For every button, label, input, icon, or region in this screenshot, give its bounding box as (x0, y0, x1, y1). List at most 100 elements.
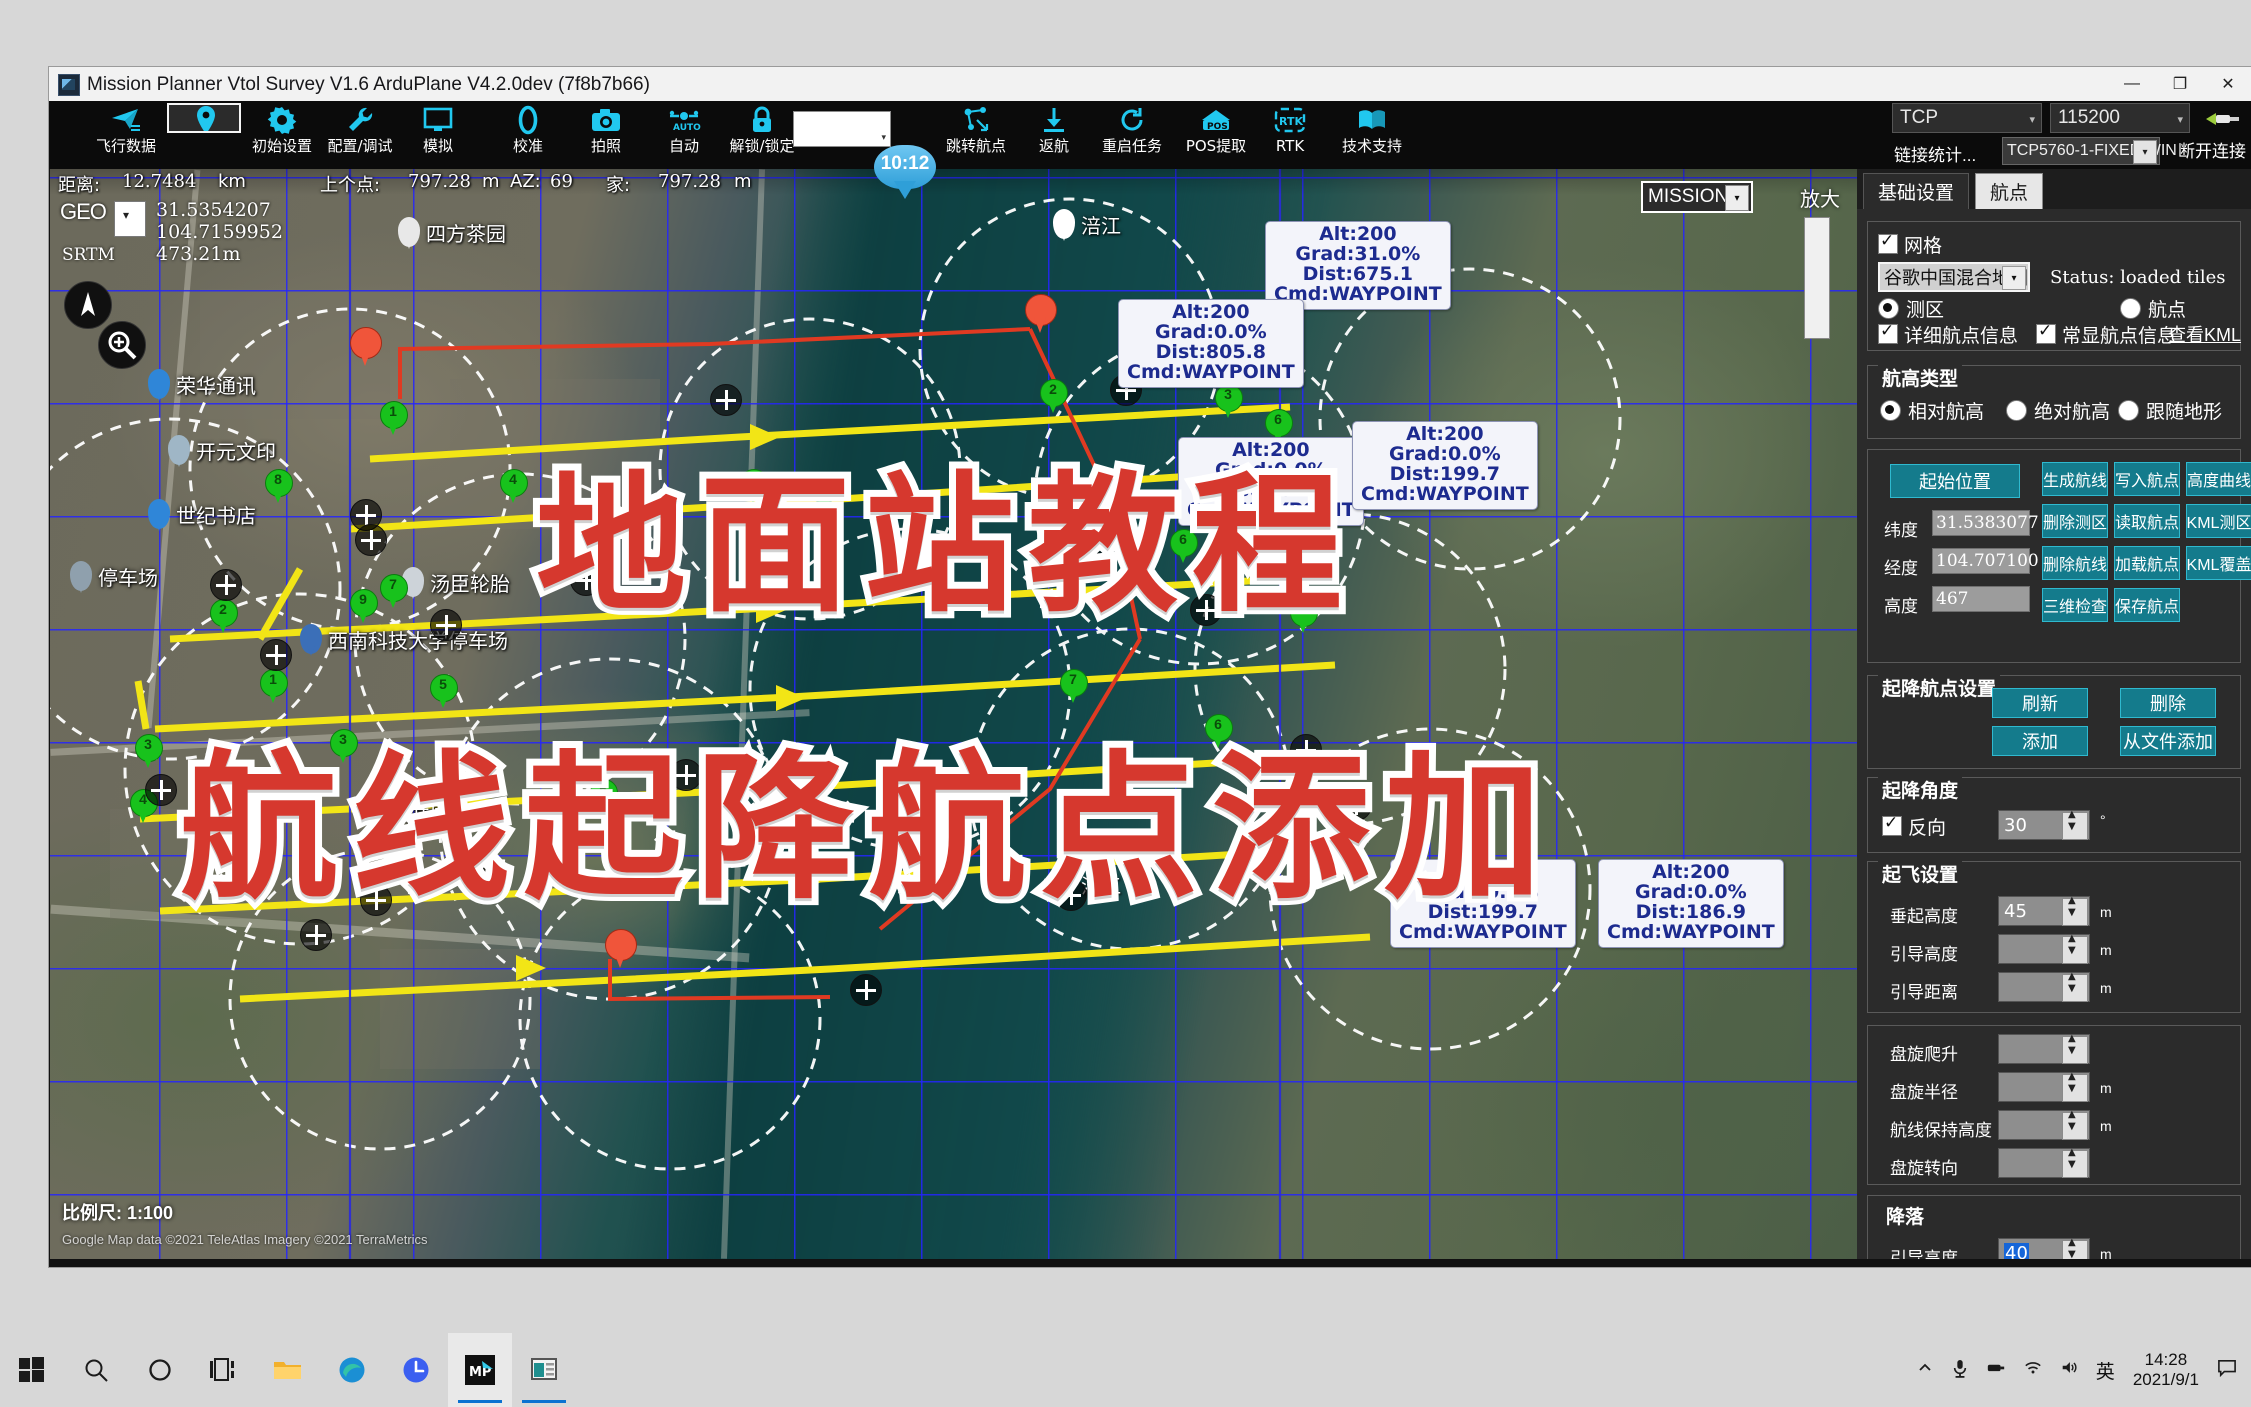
map-poi[interactable]: 荣华通讯 (148, 369, 256, 399)
network-adapter-icon[interactable] (1986, 1360, 2006, 1380)
chevron-down-icon[interactable]: ▾ (1725, 185, 1749, 211)
zoom-in-button[interactable] (98, 321, 146, 369)
notifications-icon[interactable] (2217, 1359, 2237, 1382)
waypoint-marker[interactable]: 3 (135, 734, 163, 768)
waypoint-marker[interactable]: 7 (380, 574, 408, 608)
spinner-arrows[interactable] (2062, 809, 2088, 840)
spinner-arrows[interactable] (2062, 933, 2088, 964)
microphone-icon[interactable] (1952, 1358, 1968, 1383)
toolbar-item-8[interactable]: AUTO 自动 (647, 103, 721, 167)
home-marker[interactable] (1025, 294, 1057, 334)
lark-icon[interactable] (384, 1333, 448, 1407)
latitude-field[interactable]: 31.5383077 (1932, 510, 2039, 536)
link-stats-label[interactable]: 链接统计... (1894, 141, 1976, 166)
home-marker[interactable] (350, 327, 382, 367)
toolbar-item-6[interactable]: 校准 (491, 103, 565, 167)
map-poi[interactable]: 四方茶园 (398, 217, 506, 247)
waypoint-marker[interactable]: 1 (380, 401, 408, 435)
map-poi[interactable]: 开元文印 (168, 435, 276, 465)
mission-planner-icon[interactable]: MP (448, 1333, 512, 1407)
spinner-arrows[interactable] (2062, 1109, 2088, 1140)
toolbar-item-11[interactable]: 返航 (1017, 103, 1091, 167)
map-poi[interactable]: 世纪书店 (148, 499, 256, 529)
action-button-10[interactable]: 三维检查 (2042, 588, 2108, 622)
waypoint-marker[interactable]: 7 (1060, 669, 1088, 703)
close-button[interactable]: ✕ (2204, 67, 2251, 101)
landing-guide-alt-spinner[interactable]: 40 (1998, 1237, 2090, 1259)
mission-mode-dropdown[interactable]: MISSION ▾ (1641, 181, 1753, 213)
altitude-field[interactable]: 467 (1932, 586, 2030, 612)
disconnect-button[interactable]: 断开连接 (2178, 137, 2246, 162)
protocol-select[interactable]: TCP ▾ (1892, 103, 2042, 133)
add-waypoint-marker[interactable] (210, 569, 242, 601)
tab-basic-settings[interactable]: 基础设置 (1863, 173, 1970, 209)
add-waypoint-marker[interactable] (430, 609, 462, 641)
zoom-slider[interactable] (1804, 217, 1830, 339)
waypoint-marker[interactable]: 8 (265, 469, 293, 503)
add-waypoint-marker[interactable] (355, 524, 387, 556)
vtol-alt-spinner[interactable]: 45 (1998, 895, 2090, 926)
longitude-field[interactable]: 104.707100 (1932, 548, 2039, 574)
action-button-5[interactable]: 读取航点 (2114, 504, 2180, 538)
add-waypoint-marker[interactable] (850, 974, 882, 1006)
radio-waypoint[interactable] (2120, 298, 2141, 319)
file-explorer-icon[interactable] (256, 1333, 320, 1407)
tab-waypoints[interactable]: 航点 (1975, 173, 2044, 209)
tray-expand-icon[interactable] (1916, 1359, 1934, 1382)
action-button-1[interactable]: 生成航线 (2042, 462, 2108, 496)
detail-waypoint-checkbox[interactable] (1878, 321, 1898, 344)
cortana-icon[interactable] (128, 1333, 192, 1407)
toolbar-item-14[interactable]: RTK RTK (1253, 103, 1327, 167)
map-poi[interactable]: 西南科技大学停车场 (300, 624, 508, 654)
refresh-button[interactable]: 刷新 (1992, 688, 2088, 718)
guide-dist-spinner[interactable] (1998, 971, 2090, 1002)
add-button[interactable]: 添加 (1992, 726, 2088, 756)
spiral-climb-spinner[interactable] (1998, 1033, 2090, 1064)
spinner-arrows[interactable] (2062, 895, 2088, 926)
grid-checkbox[interactable] (1878, 231, 1898, 254)
map-poi[interactable]: 汤臣轮胎 (402, 567, 510, 597)
toolbar-item-10[interactable]: 跳转航点 (939, 103, 1013, 167)
spinner-arrows[interactable] (2062, 971, 2088, 1002)
spinner-arrows[interactable] (2062, 1033, 2088, 1064)
waypoint-marker[interactable]: 3 (1215, 384, 1243, 418)
waypoint-marker[interactable]: 2 (210, 599, 238, 633)
radio-absolute-alt[interactable] (2006, 400, 2027, 421)
route-keep-alt-spinner[interactable] (1998, 1109, 2090, 1140)
action-button-8[interactable]: 加载航点 (2114, 546, 2180, 580)
action-button-11[interactable]: 保存航点 (2114, 588, 2180, 622)
view-kml-link[interactable]: 查看KML (2168, 321, 2241, 347)
app-window-icon[interactable] (512, 1333, 576, 1407)
spinner-arrows[interactable] (2062, 1237, 2088, 1259)
action-button-2[interactable]: 写入航点 (2114, 462, 2180, 496)
map-poi[interactable]: 涪江 (1053, 209, 1121, 239)
always-waypoint-checkbox[interactable] (2036, 321, 2056, 344)
toolbar-combo[interactable]: ▾ (793, 111, 891, 147)
action-button-7[interactable]: 删除航线 (2042, 546, 2108, 580)
toolbar-item-12[interactable]: 重启任务 (1095, 103, 1169, 167)
action-button-4[interactable]: 删除测区 (2042, 504, 2108, 538)
edge-icon[interactable] (320, 1333, 384, 1407)
toolbar-item-3[interactable]: 初始设置 (245, 103, 319, 167)
add-waypoint-marker[interactable] (260, 639, 292, 671)
spiral-dir-spinner[interactable] (1998, 1147, 2090, 1178)
angle-spinner[interactable]: 30 (1998, 809, 2090, 840)
waypoint-marker[interactable]: 1 (260, 669, 288, 703)
spiral-radius-spinner[interactable] (1998, 1071, 2090, 1102)
task-view-icon[interactable] (192, 1333, 256, 1407)
waypoint-marker[interactable]: 9 (350, 589, 378, 623)
reverse-checkbox[interactable] (1882, 813, 1902, 836)
toolbar-item-7[interactable]: 拍照 (569, 103, 643, 167)
waypoint-marker[interactable]: 2 (1040, 379, 1068, 413)
toolbar-item-15[interactable]: 技术支持 (1335, 103, 1409, 167)
home-marker[interactable] (605, 929, 637, 969)
spinner-arrows[interactable] (2062, 1147, 2088, 1178)
volume-icon[interactable] (2060, 1359, 2078, 1381)
action-button-9[interactable]: KML覆盖 (2186, 546, 2251, 580)
toolbar-item-2[interactable]: 飞行计划 (167, 103, 241, 133)
waypoint-marker[interactable]: 4 (500, 469, 528, 503)
toolbar-item-4[interactable]: 配置/调试 (323, 103, 397, 167)
start-position-button[interactable]: 起始位置 (1890, 464, 2020, 498)
baud-select[interactable]: 115200 ▾ (2050, 103, 2190, 133)
map-poi[interactable]: 停车场 (70, 561, 158, 591)
